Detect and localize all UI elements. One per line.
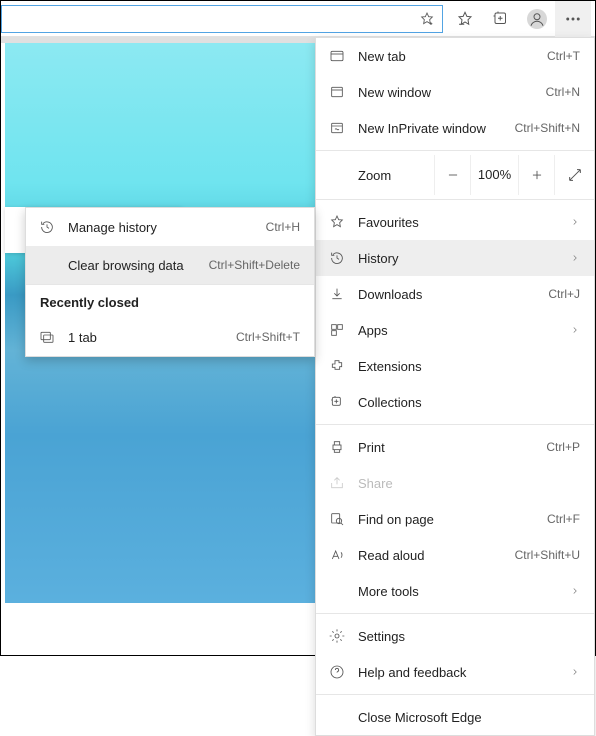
more-menu-button[interactable]: [555, 1, 591, 37]
favourites-button[interactable]: [447, 1, 483, 37]
read-aloud-icon: [328, 547, 346, 563]
submenu-shortcut: Ctrl+Shift+T: [236, 330, 300, 344]
menu-shortcut: Ctrl+Shift+U: [515, 548, 580, 562]
menu-label: Settings: [358, 629, 580, 644]
menu-item-share: Share: [316, 465, 594, 501]
chevron-right-icon: [570, 586, 580, 596]
download-icon: [328, 286, 346, 302]
submenu-item-manage-history[interactable]: Manage history Ctrl+H: [26, 208, 314, 246]
collections-button[interactable]: [483, 1, 519, 37]
menu-item-more-tools[interactable]: More tools: [316, 573, 594, 609]
menu-shortcut: Ctrl+T: [547, 49, 580, 63]
zoom-value: 100%: [470, 155, 518, 195]
inprivate-icon: [328, 120, 346, 136]
menu-label: Downloads: [358, 287, 536, 302]
menu-item-read-aloud[interactable]: Read aloud Ctrl+Shift+U: [316, 537, 594, 573]
submenu-item-clear-browsing-data[interactable]: Clear browsing data Ctrl+Shift+Delete: [26, 246, 314, 284]
zoom-in-button[interactable]: [518, 155, 554, 195]
zoom-out-button[interactable]: [434, 155, 470, 195]
share-icon: [328, 475, 346, 491]
menu-item-history[interactable]: History: [316, 240, 594, 276]
submenu-shortcut: Ctrl+H: [266, 220, 300, 234]
submenu-label: Manage history: [68, 220, 254, 235]
zoom-label: Zoom: [316, 168, 434, 183]
profile-button[interactable]: [519, 1, 555, 37]
history-icon: [38, 219, 56, 235]
menu-label: New tab: [358, 49, 535, 64]
menu-separator: [316, 613, 594, 614]
chevron-right-icon: [570, 253, 580, 263]
menu-label: Extensions: [358, 359, 580, 374]
menu-shortcut: Ctrl+J: [548, 287, 580, 301]
zoom-row: Zoom 100%: [316, 155, 594, 195]
menu-item-settings[interactable]: Settings: [316, 618, 594, 654]
menu-label: New InPrivate window: [358, 121, 503, 136]
menu-label: Close Microsoft Edge: [358, 710, 580, 725]
browser-toolbar: [1, 1, 595, 37]
menu-item-close-edge[interactable]: Close Microsoft Edge: [316, 699, 594, 735]
menu-label: History: [358, 251, 558, 266]
menu-separator: [316, 150, 594, 151]
menu-item-new-tab[interactable]: New tab Ctrl+T: [316, 38, 594, 74]
new-window-icon: [328, 84, 346, 100]
menu-label: Read aloud: [358, 548, 503, 563]
menu-label: More tools: [358, 584, 558, 599]
menu-label: New window: [358, 85, 534, 100]
menu-label: Apps: [358, 323, 558, 338]
menu-label: Favourites: [358, 215, 558, 230]
extensions-icon: [328, 358, 346, 374]
menu-separator: [316, 424, 594, 425]
fullscreen-button[interactable]: [554, 155, 594, 195]
menu-shortcut: Ctrl+P: [546, 440, 580, 454]
collections-icon: [328, 394, 346, 410]
settings-and-more-menu: New tab Ctrl+T New window Ctrl+N New InP…: [315, 37, 595, 736]
apps-icon: [328, 322, 346, 338]
menu-item-find[interactable]: Find on page Ctrl+F: [316, 501, 594, 537]
menu-label: Share: [358, 476, 580, 491]
chevron-right-icon: [570, 667, 580, 677]
new-tab-icon: [328, 48, 346, 64]
menu-item-apps[interactable]: Apps: [316, 312, 594, 348]
star-icon: [328, 214, 346, 230]
window-icon: [38, 329, 56, 345]
submenu-label: Clear browsing data: [68, 258, 197, 273]
submenu-item-recent-tab[interactable]: 1 tab Ctrl+Shift+T: [26, 318, 314, 356]
menu-label: Collections: [358, 395, 580, 410]
menu-item-print[interactable]: Print Ctrl+P: [316, 429, 594, 465]
menu-item-extensions[interactable]: Extensions: [316, 348, 594, 384]
menu-item-new-window[interactable]: New window Ctrl+N: [316, 74, 594, 110]
submenu-label: 1 tab: [68, 330, 224, 345]
menu-item-favourites[interactable]: Favourites: [316, 204, 594, 240]
menu-shortcut: Ctrl+Shift+N: [515, 121, 580, 135]
print-icon: [328, 439, 346, 455]
find-icon: [328, 511, 346, 527]
menu-item-collections[interactable]: Collections: [316, 384, 594, 420]
menu-item-help[interactable]: Help and feedback: [316, 654, 594, 690]
help-icon: [328, 664, 346, 680]
gear-icon: [328, 628, 346, 644]
menu-shortcut: Ctrl+F: [547, 512, 580, 526]
chevron-right-icon: [570, 217, 580, 227]
menu-item-downloads[interactable]: Downloads Ctrl+J: [316, 276, 594, 312]
menu-label: Find on page: [358, 512, 535, 527]
menu-label: Print: [358, 440, 534, 455]
menu-shortcut: Ctrl+N: [546, 85, 580, 99]
menu-item-new-inprivate[interactable]: New InPrivate window Ctrl+Shift+N: [316, 110, 594, 146]
recently-closed-heading: Recently closed: [26, 285, 314, 318]
chevron-right-icon: [570, 325, 580, 335]
history-submenu: Manage history Ctrl+H Clear browsing dat…: [25, 207, 315, 357]
favorite-star-add-icon[interactable]: [418, 11, 436, 27]
address-bar[interactable]: [1, 5, 443, 33]
submenu-shortcut: Ctrl+Shift+Delete: [209, 258, 300, 272]
history-icon: [328, 250, 346, 266]
menu-separator: [316, 199, 594, 200]
menu-label: Help and feedback: [358, 665, 558, 680]
avatar-icon: [527, 9, 547, 29]
menu-separator: [316, 694, 594, 695]
